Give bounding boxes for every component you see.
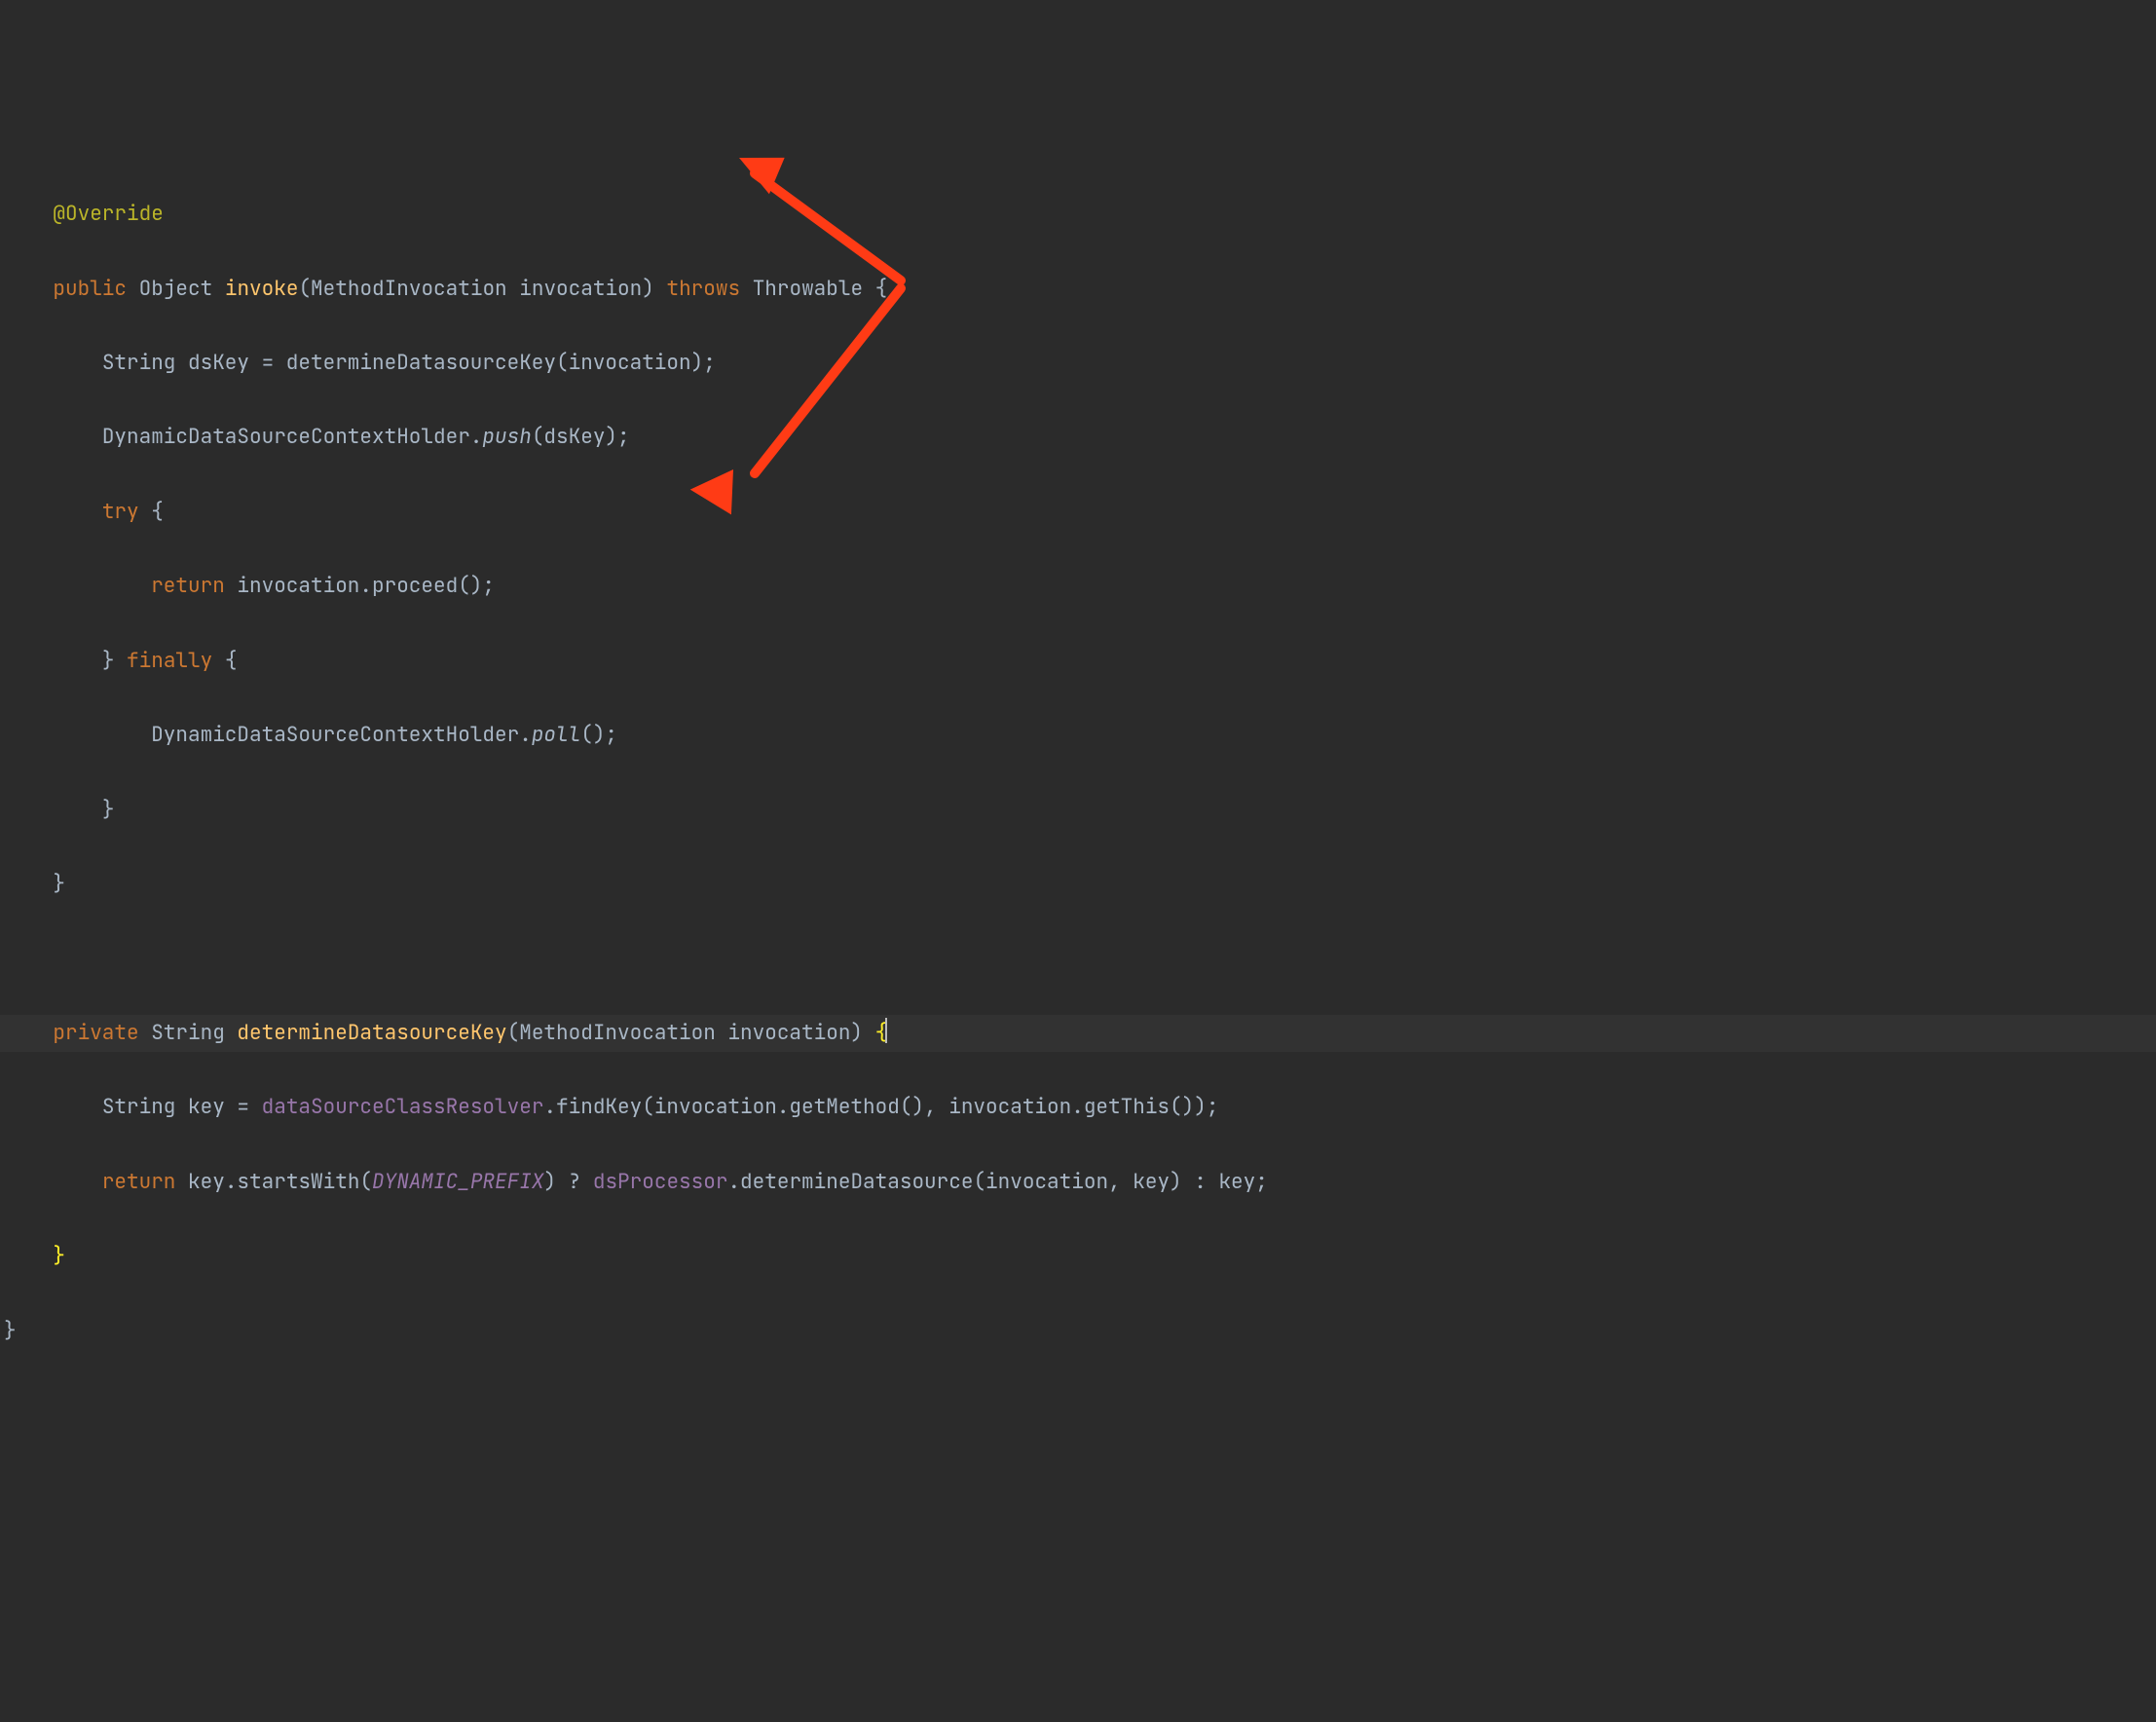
text-token: .findKey(invocation.getMethod(), invocat… (543, 1094, 1218, 1120)
keyword-token: return (151, 573, 225, 599)
code-line: } (0, 1238, 2156, 1275)
code-line: String key = dataSourceClassResolver.fin… (0, 1089, 2156, 1126)
text-token: DynamicDataSourceContextHolder. (102, 424, 483, 450)
code-line: return invocation.proceed(); (0, 568, 2156, 605)
keyword-token: try (102, 499, 139, 525)
field-token: dataSourceClassResolver (262, 1094, 544, 1120)
keyword-token: private (53, 1020, 138, 1046)
annotation-token: @Override (53, 201, 163, 227)
brace-highlight-token: { (875, 1020, 888, 1046)
code-line-current: private String determineDatasourceKey(Me… (0, 1015, 2156, 1052)
text-token: String key = (102, 1094, 262, 1120)
code-line: DynamicDataSourceContextHolder.push(dsKe… (0, 419, 2156, 456)
text-token: (dsKey); (532, 424, 630, 450)
text-token: key.startsWith( (175, 1169, 372, 1195)
text-token: } (4, 1318, 17, 1344)
keyword-token: return (102, 1169, 176, 1195)
keyword-token: public (53, 276, 127, 302)
code-line: return key.startsWith(DYNAMIC_PREFIX) ? … (0, 1164, 2156, 1201)
text-token: } (102, 648, 127, 674)
text-token: .determineDatasource(invocation, key) : … (727, 1169, 1267, 1195)
field-token: dsProcessor (593, 1169, 728, 1195)
text-token: } (53, 871, 65, 897)
text-token: invocation.proceed(); (225, 573, 495, 599)
text-token: String dsKey = determineDatasourceKey(in… (102, 350, 716, 376)
text-token: DynamicDataSourceContextHolder. (151, 722, 532, 748)
code-line (0, 940, 2156, 977)
type-token: Object (139, 276, 213, 302)
text-token: (); (580, 722, 617, 748)
brace-highlight-token: } (53, 1243, 65, 1269)
signature-token: (MethodInvocation invocation) (298, 276, 653, 302)
type-token: String (139, 1020, 238, 1046)
keyword-token: throws (666, 276, 740, 302)
text-token: ) ? (543, 1169, 592, 1195)
text-token: } (102, 797, 115, 823)
code-editor[interactable]: @Override public Object invoke(MethodInv… (0, 149, 2156, 1387)
signature-token: (MethodInvocation invocation) (507, 1020, 875, 1046)
text-token: { (139, 499, 164, 525)
constant-token: DYNAMIC_PREFIX (372, 1169, 543, 1195)
method-name-token: determineDatasourceKey (237, 1020, 506, 1046)
code-line: } (0, 792, 2156, 829)
static-method-token: poll (532, 722, 580, 748)
method-name-token: invoke (225, 276, 299, 302)
code-line: DynamicDataSourceContextHolder.poll(); (0, 717, 2156, 754)
code-line: } (0, 1313, 2156, 1350)
static-method-token: push (482, 424, 531, 450)
code-line: } finally { (0, 643, 2156, 680)
code-line: @Override (0, 196, 2156, 233)
code-line: } (0, 866, 2156, 903)
code-line: try { (0, 494, 2156, 531)
text-token: { (212, 648, 237, 674)
code-line: String dsKey = determineDatasourceKey(in… (0, 345, 2156, 382)
text-token: Throwable { (753, 276, 888, 302)
code-line: public Object invoke(MethodInvocation in… (0, 271, 2156, 308)
keyword-token: finally (127, 648, 212, 674)
